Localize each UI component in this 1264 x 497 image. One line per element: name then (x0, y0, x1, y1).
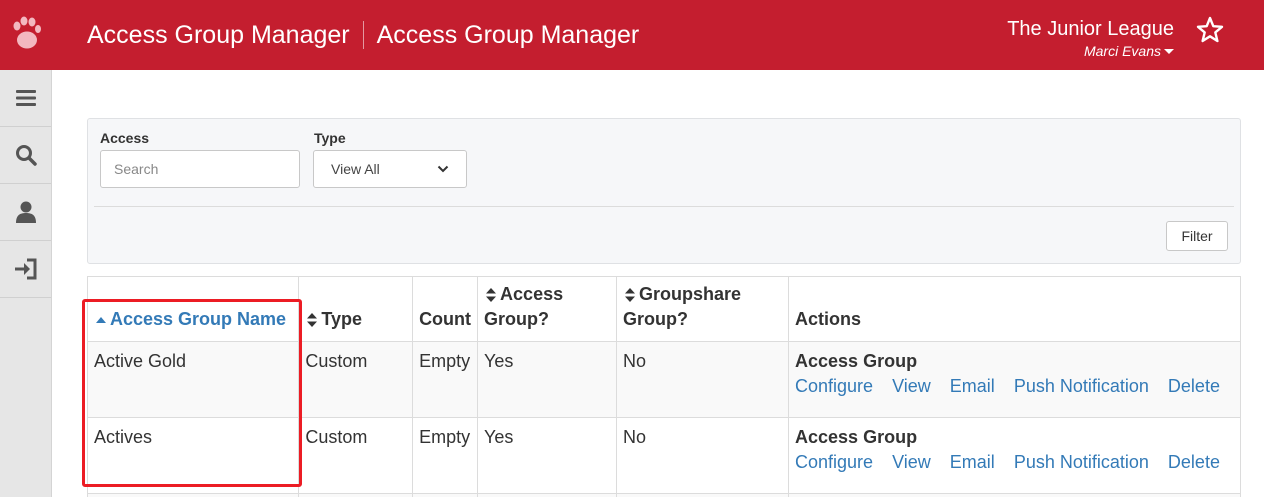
table-row (86, 493, 1241, 497)
organization-name: The Junior League (1007, 18, 1174, 40)
sidebar-item-user[interactable] (0, 184, 51, 241)
sort-icon (624, 288, 635, 303)
cell-empty (86, 493, 300, 497)
search-icon (15, 145, 37, 166)
cell-groupshare: No (615, 417, 790, 494)
type-label: Type (314, 130, 346, 146)
user-icon (15, 201, 36, 223)
paw-icon[interactable] (9, 16, 43, 52)
cell-empty (298, 493, 414, 497)
table-row: Active Gold Custom Empty Yes No Access G… (86, 341, 1241, 418)
cell-type: Custom (298, 417, 414, 494)
action-title: Access Group (795, 351, 918, 371)
page-title: Access Group Manager Access Group Manage… (87, 20, 639, 50)
column-header-groupshare-label-1: Groupshare (638, 284, 741, 304)
sign-in-icon (14, 258, 36, 280)
cell-actions: Access Group Configure View Email Push N… (788, 341, 1241, 418)
action-title: Access Group (795, 427, 918, 447)
filter-divider (94, 206, 1234, 207)
delete-link[interactable]: Delete (1168, 376, 1220, 396)
page-title-secondary: Access Group Manager (376, 21, 640, 49)
sidebar-item-search[interactable] (0, 127, 51, 184)
column-header-groupshare[interactable]: Groupshare Group? (615, 276, 790, 342)
cell-access-group: Yes (477, 341, 617, 418)
cell-empty (477, 493, 617, 497)
access-label: Access (100, 130, 150, 146)
type-select-value: View All (331, 161, 380, 177)
page-title-primary: Access Group Manager (87, 21, 350, 49)
push-notification-link[interactable]: Push Notification (1014, 452, 1149, 472)
cell-count: Empty (412, 341, 479, 418)
chevron-down-icon (437, 165, 449, 173)
filter-panel: Access Type View All Filter (87, 118, 1241, 264)
menu-icon (15, 90, 36, 106)
sort-icon (307, 313, 318, 328)
column-header-name[interactable]: Access Group Name (86, 276, 300, 342)
user-name: Marci Evans (1083, 43, 1161, 59)
sidebar-item-sign-in[interactable] (0, 241, 51, 298)
access-search-input[interactable] (100, 150, 300, 188)
cell-empty (615, 493, 790, 497)
column-header-access-group-label-1: Access (500, 284, 564, 304)
column-header-groupshare-label-2: Group? (622, 309, 688, 329)
cell-access-group: Yes (477, 417, 617, 494)
column-header-count-label: Count (419, 309, 472, 329)
column-header-count: Count (412, 276, 479, 342)
user-menu[interactable]: Marci Evans (1084, 43, 1174, 59)
column-header-type-label: Type (321, 309, 363, 329)
column-header-actions: Actions (788, 276, 1241, 342)
column-header-actions-label: Actions (795, 309, 862, 329)
top-bar: Access Group Manager Access Group Manage… (0, 0, 1264, 70)
email-link[interactable]: Email (950, 452, 995, 472)
delete-link[interactable]: Delete (1168, 452, 1220, 472)
cell-name: Actives (86, 417, 300, 494)
column-header-access-group-label-2: Group? (484, 309, 550, 329)
access-group-table: Access Group Name Type Count Access Grou… (86, 276, 1241, 497)
sort-asc-icon (96, 317, 106, 324)
action-links: Configure View Email Push Notification D… (795, 375, 1234, 397)
caret-down-icon (1164, 48, 1174, 54)
cell-empty (412, 493, 479, 497)
type-select[interactable]: View All (313, 150, 467, 188)
action-links: Configure View Email Push Notification D… (795, 451, 1234, 473)
cell-type: Custom (298, 341, 414, 418)
email-link[interactable]: Email (950, 376, 995, 396)
sort-icon (486, 288, 497, 303)
cell-name: Active Gold (86, 341, 300, 418)
column-header-name-label: Access Group Name (110, 309, 287, 329)
cell-count: Empty (412, 417, 479, 494)
column-header-type[interactable]: Type (298, 276, 414, 342)
cell-empty (788, 493, 1241, 497)
configure-link[interactable]: Configure (795, 376, 873, 396)
push-notification-link[interactable]: Push Notification (1014, 376, 1149, 396)
filter-button[interactable]: Filter (1166, 221, 1228, 251)
column-header-access-group[interactable]: Access Group? (477, 276, 617, 342)
view-link[interactable]: View (892, 452, 931, 472)
configure-link[interactable]: Configure (795, 452, 873, 472)
sidebar-item-menu[interactable] (0, 70, 51, 127)
table-header-row: Access Group Name Type Count Access Grou… (86, 276, 1241, 342)
table-row: Actives Custom Empty Yes No Access Group… (86, 417, 1241, 494)
star-outline-icon[interactable] (1196, 16, 1224, 44)
title-divider (362, 21, 364, 49)
cell-groupshare: No (615, 341, 790, 418)
cell-actions: Access Group Configure View Email Push N… (788, 417, 1241, 494)
view-link[interactable]: View (892, 376, 931, 396)
sidebar (0, 70, 52, 497)
